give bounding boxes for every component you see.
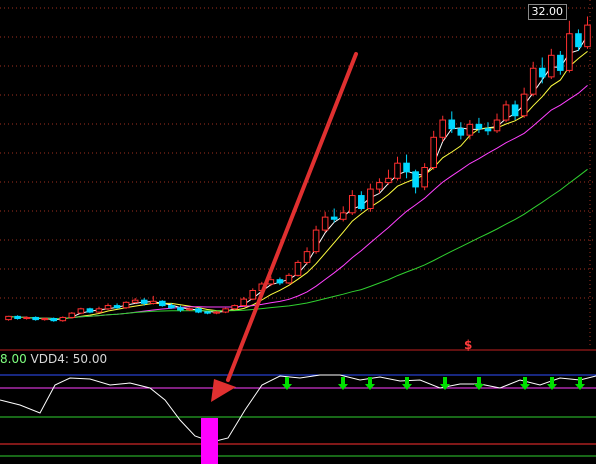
candle-body: [104, 305, 112, 310]
candle-body: [149, 300, 157, 304]
candle-body: [222, 308, 229, 313]
candle-body: [430, 136, 437, 169]
candle-body: [204, 311, 211, 314]
oscillator-line: [0, 374, 596, 443]
candle-body: [547, 54, 555, 78]
signal-symbol: $: [464, 338, 473, 352]
candle-body: [339, 212, 347, 220]
candle-body: [195, 308, 202, 313]
candle-body: [575, 33, 582, 48]
candle-body: [330, 216, 338, 220]
candle-body: [511, 104, 519, 117]
candle-body: [240, 298, 248, 307]
candle-body: [557, 54, 564, 71]
candle-body: [493, 119, 501, 132]
ma-mid-line: [8, 51, 588, 320]
indicator-label: VDD4: 50.00: [30, 352, 108, 366]
candle-body: [303, 251, 311, 263]
candle-body: [385, 177, 392, 184]
candle-body: [312, 229, 320, 253]
candle-body: [86, 308, 94, 313]
indicator-legend: 8.00 VDD4: 50.00: [0, 352, 107, 366]
candle-body: [131, 299, 139, 303]
candle-body: [566, 33, 573, 71]
candle-body: [68, 312, 76, 318]
candle-body: [59, 316, 67, 322]
candle-body: [584, 24, 591, 48]
candle-body: [457, 128, 465, 136]
candle-body: [140, 299, 148, 304]
candle-body: [113, 305, 121, 309]
candle-body: [77, 308, 85, 314]
candle-body: [475, 123, 483, 130]
candlestick-series: [5, 16, 591, 322]
candle-body: [466, 123, 474, 136]
candle-body: [403, 162, 410, 173]
candle-body: [421, 167, 428, 188]
candle-body: [14, 315, 21, 320]
candle-body: [412, 171, 419, 188]
candle-body: [213, 311, 220, 314]
candle-body: [285, 274, 293, 284]
candle-body: [41, 318, 49, 321]
candle-body: [376, 182, 383, 190]
candle-body: [538, 67, 546, 78]
signal-bar: [201, 418, 218, 464]
candle-body: [32, 316, 39, 321]
candle-body: [367, 188, 374, 209]
price-tag-label: 32.00: [527, 4, 567, 20]
candle-body: [231, 305, 238, 310]
candle-body: [358, 195, 365, 209]
price-gridlines: [0, 0, 596, 345]
candle-body: [177, 307, 184, 311]
candle-body: [122, 301, 130, 309]
candle-body: [249, 289, 257, 300]
candle-body: [529, 67, 537, 95]
candle-body: [186, 308, 193, 311]
candle-body: [276, 279, 284, 284]
candle-body: [95, 308, 103, 313]
candle-body: [23, 316, 30, 320]
candle-body: [321, 216, 329, 231]
ma-short-line: [8, 34, 588, 321]
candle-body: [520, 93, 528, 117]
candle-body: [294, 261, 302, 276]
candle-body: [159, 300, 166, 307]
candle-body: [5, 315, 12, 321]
indicator-value: 8.00: [0, 352, 27, 366]
candle-body: [439, 119, 447, 138]
candle-body: [484, 128, 492, 132]
indicator-panel: [0, 349, 596, 464]
candle-body: [348, 195, 356, 214]
candle-body: [168, 305, 175, 309]
candle-body: [50, 318, 58, 322]
candle-body: [502, 104, 510, 121]
stock-chart[interactable]: [0, 0, 596, 464]
moving-average-lines: [8, 34, 588, 321]
candle-body: [394, 162, 401, 179]
annotation-arrow-head: [211, 379, 236, 402]
candle-body: [448, 119, 456, 130]
